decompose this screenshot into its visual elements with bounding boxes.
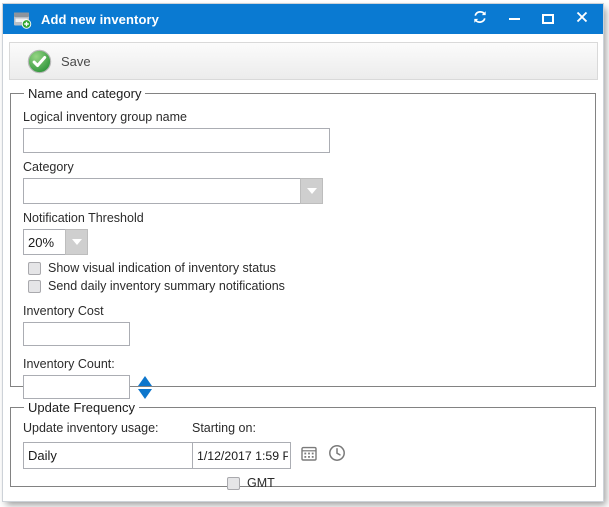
visual-indication-row: Show visual indication of inventory stat… — [28, 261, 583, 275]
refresh-icon — [472, 9, 488, 30]
check-circle-icon — [27, 49, 52, 74]
save-button-label: Save — [61, 54, 91, 69]
daily-summary-label: Send daily inventory summary notificatio… — [48, 279, 285, 293]
threshold-input[interactable] — [23, 229, 65, 255]
update-frequency-group: Update Frequency Update inventory usage:… — [10, 400, 596, 487]
gmt-label: GMT — [247, 476, 275, 490]
chevron-down-icon — [72, 239, 82, 245]
usage-input[interactable] — [23, 442, 208, 469]
dialog-window: Add new inventory — [3, 4, 603, 501]
maximize-icon — [542, 14, 554, 24]
window-controls — [463, 4, 599, 34]
category-dropdown-button[interactable] — [300, 178, 323, 204]
starting-on-input[interactable] — [192, 442, 291, 469]
close-button[interactable] — [565, 4, 599, 34]
threshold-combobox — [23, 229, 88, 255]
usage-combobox — [23, 442, 186, 469]
category-combobox — [23, 178, 323, 204]
usage-column: Update inventory usage: — [23, 417, 192, 490]
starting-on-row — [192, 442, 583, 469]
window-title: Add new inventory — [41, 12, 159, 27]
spinner-down-icon[interactable] — [138, 389, 152, 399]
starting-column: Starting on: — [192, 417, 583, 490]
toolbar: Save — [9, 42, 598, 80]
category-label: Category — [23, 160, 583, 174]
logical-name-label: Logical inventory group name — [23, 110, 583, 124]
name-category-legend: Name and category — [24, 86, 145, 101]
name-category-group: Name and category Logical inventory grou… — [10, 86, 596, 387]
inventory-count-spinner — [138, 376, 152, 399]
visual-indication-checkbox[interactable] — [28, 262, 41, 275]
starting-on-label: Starting on: — [192, 421, 583, 435]
visual-indication-label: Show visual indication of inventory stat… — [48, 261, 276, 275]
close-icon — [576, 10, 588, 28]
minimize-button[interactable] — [497, 4, 531, 34]
inventory-cost-input[interactable] — [23, 322, 130, 346]
inventory-count-input[interactable] — [23, 375, 130, 399]
calendar-picker-button[interactable] — [299, 446, 319, 466]
category-input[interactable] — [23, 178, 300, 204]
usage-label: Update inventory usage: — [23, 421, 192, 435]
add-inventory-icon — [12, 9, 32, 29]
threshold-dropdown-button[interactable] — [65, 229, 88, 255]
gmt-row: GMT — [227, 476, 583, 490]
clock-icon — [328, 444, 346, 467]
inventory-cost-label: Inventory Cost — [23, 304, 583, 318]
logical-name-input[interactable] — [23, 128, 330, 153]
gmt-checkbox[interactable] — [227, 477, 240, 490]
threshold-label: Notification Threshold — [23, 211, 583, 225]
inventory-count-row — [23, 375, 583, 399]
daily-summary-checkbox[interactable] — [28, 280, 41, 293]
spinner-up-icon[interactable] — [138, 376, 152, 386]
maximize-button[interactable] — [531, 4, 565, 34]
save-button[interactable]: Save — [19, 45, 99, 77]
calendar-icon — [300, 444, 318, 467]
inventory-count-label: Inventory Count: — [23, 357, 583, 371]
update-frequency-columns: Update inventory usage: Starting on: — [23, 417, 583, 490]
titlebar[interactable]: Add new inventory — [3, 4, 603, 34]
time-picker-button[interactable] — [327, 446, 347, 466]
chevron-down-icon — [307, 188, 317, 194]
update-frequency-legend: Update Frequency — [24, 400, 139, 415]
minimize-icon — [509, 18, 520, 20]
daily-summary-row: Send daily inventory summary notificatio… — [28, 279, 583, 293]
refresh-button[interactable] — [463, 4, 497, 34]
